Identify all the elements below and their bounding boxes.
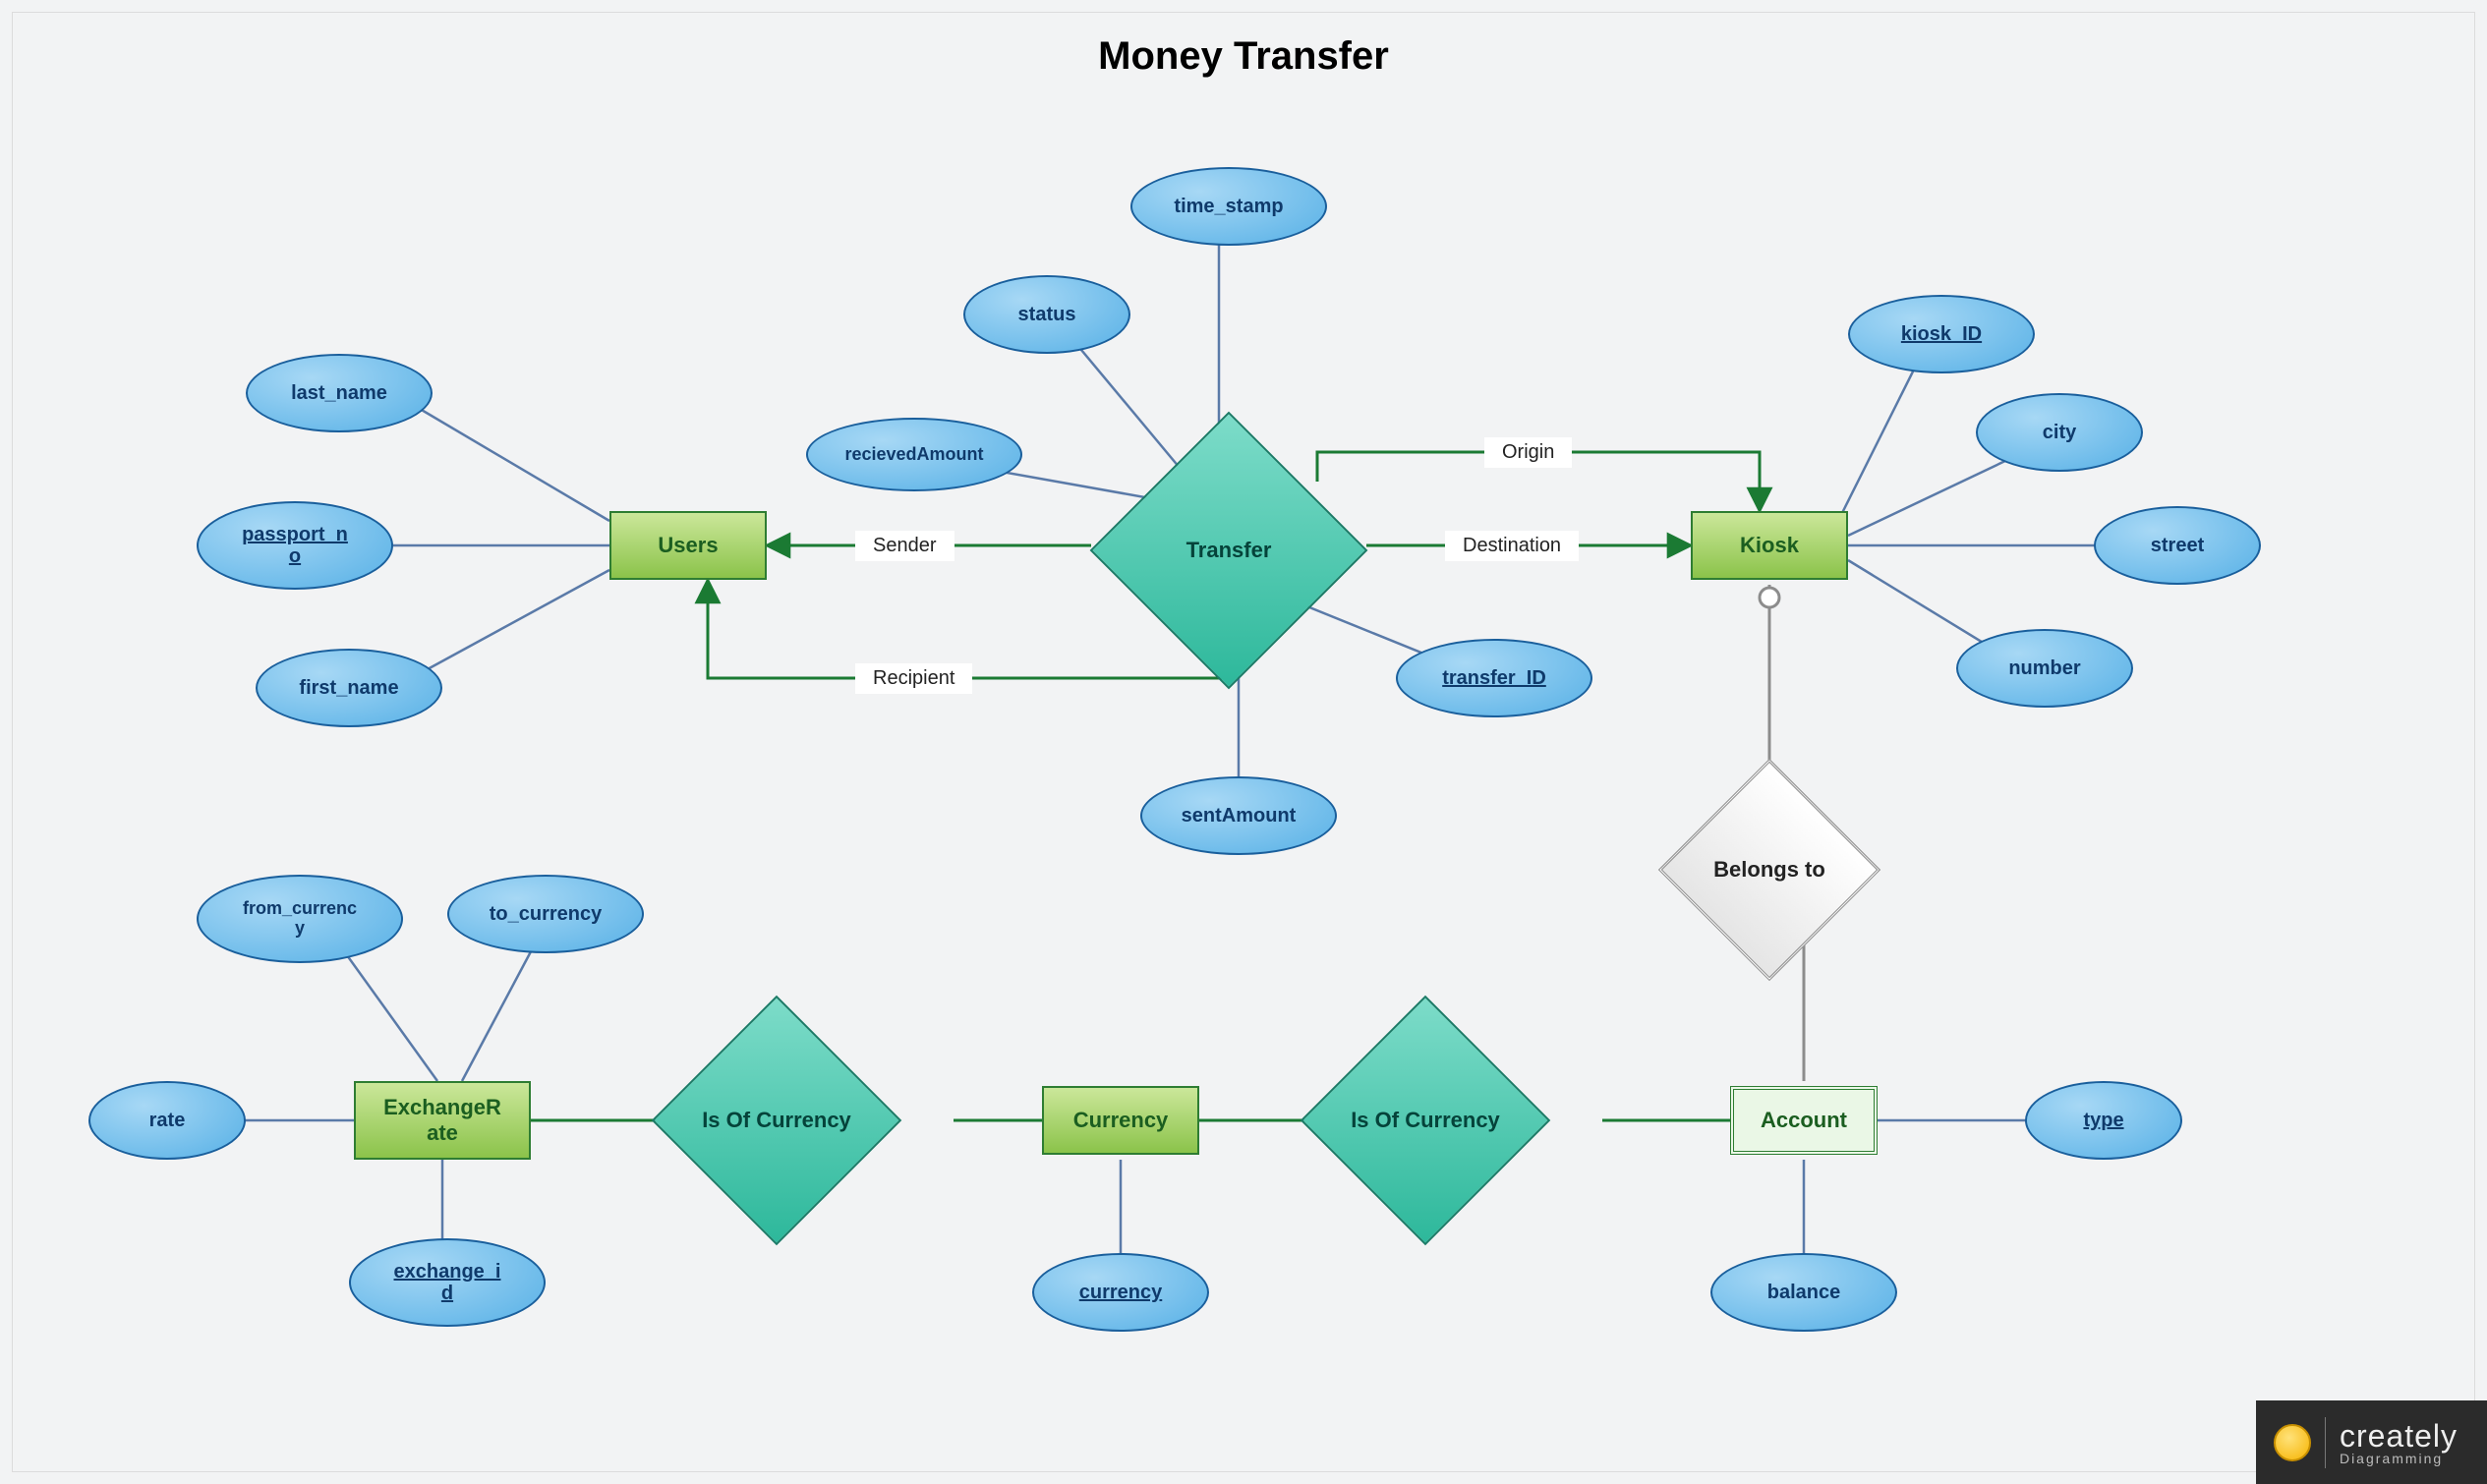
attr-to-currency[interactable]: to_currency (447, 875, 644, 953)
diagram-title: Money Transfer (0, 34, 2487, 79)
attr-street[interactable]: street (2094, 506, 2261, 585)
relationship-is-of-currency-2[interactable]: Is Of Currency (1337, 1032, 1514, 1209)
entity-currency[interactable]: Currency (1042, 1086, 1199, 1155)
entity-account[interactable]: Account (1730, 1086, 1878, 1155)
relationship-belongs-to[interactable]: Belongs to (1691, 791, 1848, 948)
attr-from-currency[interactable]: from_currenc y (197, 875, 403, 963)
relationship-is-of-currency-1[interactable]: Is Of Currency (688, 1032, 865, 1209)
entity-account-label: Account (1761, 1108, 1847, 1133)
badge-separator (2325, 1417, 2326, 1468)
edge-label-destination: Destination (1445, 531, 1579, 561)
attr-city[interactable]: city (1976, 393, 2143, 472)
attr-status[interactable]: status (963, 275, 1130, 354)
relationship-transfer[interactable]: Transfer (1130, 452, 1327, 649)
attr-kiosk-id[interactable]: kiosk_ID (1848, 295, 2035, 373)
attr-time-stamp[interactable]: time_stamp (1130, 167, 1327, 246)
edge-label-sender: Sender (855, 531, 954, 561)
entity-kiosk[interactable]: Kiosk (1691, 511, 1848, 580)
attr-balance[interactable]: balance (1710, 1253, 1897, 1332)
attr-rate[interactable]: rate (88, 1081, 246, 1160)
badge-text: creately Diagramming (2340, 1418, 2458, 1466)
entity-kiosk-label: Kiosk (1740, 533, 1799, 558)
bulb-icon (2274, 1424, 2311, 1461)
entity-users[interactable]: Users (609, 511, 767, 580)
badge-tagline: Diagramming (2340, 1451, 2458, 1466)
attr-last-name[interactable]: last_name (246, 354, 433, 432)
attr-recieved-amount[interactable]: recievedAmount (806, 418, 1022, 491)
attr-type[interactable]: type (2025, 1081, 2182, 1160)
entity-exchange-rate[interactable]: ExchangeR ate (354, 1081, 531, 1160)
attr-sent-amount[interactable]: sentAmount (1140, 776, 1337, 855)
attr-passport-no[interactable]: passport_n o (197, 501, 393, 590)
edge-label-origin: Origin (1484, 437, 1572, 468)
edge-label-recipient: Recipient (855, 663, 972, 694)
attr-first-name[interactable]: first_name (256, 649, 442, 727)
attr-exchange-id[interactable]: exchange_i d (349, 1238, 546, 1327)
entity-currency-label: Currency (1073, 1108, 1169, 1133)
attr-currency[interactable]: currency (1032, 1253, 1209, 1332)
diagram-canvas: Money Transfer (0, 0, 2487, 1484)
entity-exchange-rate-label: ExchangeR ate (383, 1095, 501, 1146)
attr-number[interactable]: number (1956, 629, 2133, 708)
creately-badge: creately Diagramming (2256, 1400, 2487, 1484)
badge-brand: creately (2340, 1418, 2458, 1454)
attr-transfer-id[interactable]: transfer_ID (1396, 639, 1592, 717)
entity-users-label: Users (658, 533, 718, 558)
